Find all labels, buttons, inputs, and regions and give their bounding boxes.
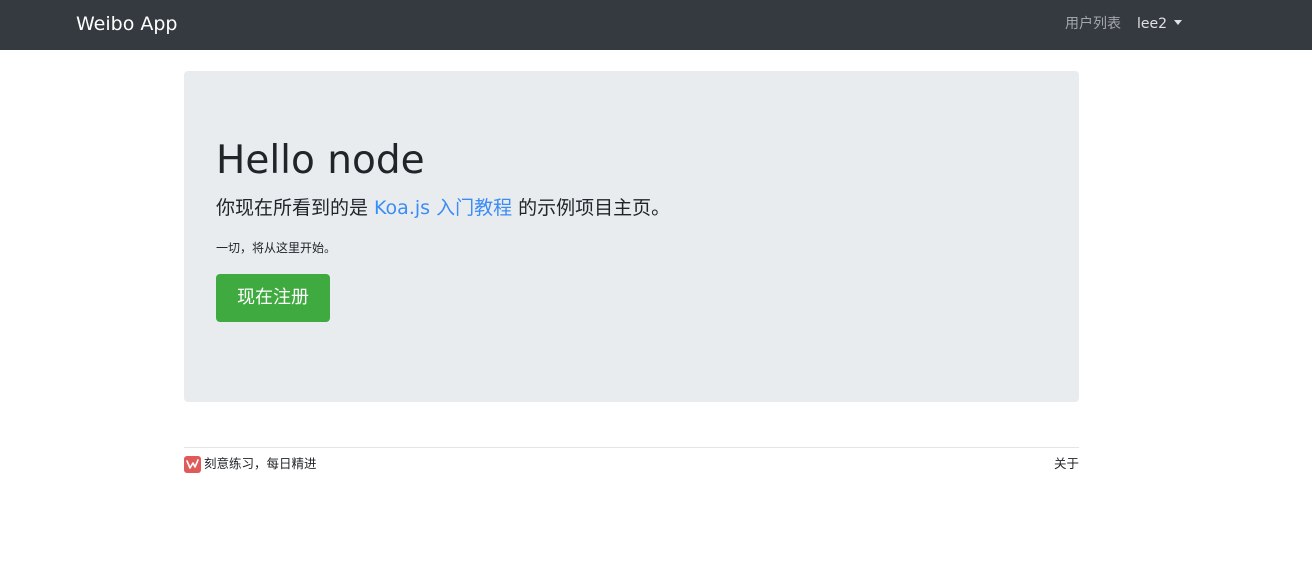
brand-link[interactable]: Weibo App <box>76 12 178 36</box>
footer-about-link[interactable]: 关于 <box>1050 455 1079 473</box>
koa-tutorial-link[interactable]: Koa.js 入门教程 <box>374 197 512 219</box>
footer-divider <box>184 447 1079 448</box>
hero-title: Hello node <box>216 138 425 183</box>
footer-slogan-link[interactable]: 刻意练习，每日精进 <box>204 455 317 473</box>
hero-lead: 你现在所看到的是 Koa.js 入门教程 的示例项目主页。 <box>216 195 670 221</box>
hero-jumbotron: Hello node 你现在所看到的是 Koa.js 入门教程 的示例项目主页。… <box>184 71 1079 402</box>
current-username: lee2 <box>1137 16 1168 32</box>
nav-user-list-link[interactable]: 用户列表 <box>1065 15 1121 33</box>
caret-down-icon <box>1174 20 1183 25</box>
hero-subtext: 一切，将从这里开始。 <box>216 241 337 255</box>
top-navbar: Weibo App 用户列表 lee2 <box>0 0 1312 50</box>
brand-logo-icon <box>184 456 201 473</box>
register-now-button[interactable]: 现在注册 <box>216 274 330 322</box>
hero-lead-prefix: 你现在所看到的是 <box>216 197 375 219</box>
user-dropdown-toggle[interactable]: lee2 <box>1137 15 1183 33</box>
hero-lead-suffix: 的示例项目主页。 <box>512 197 671 219</box>
